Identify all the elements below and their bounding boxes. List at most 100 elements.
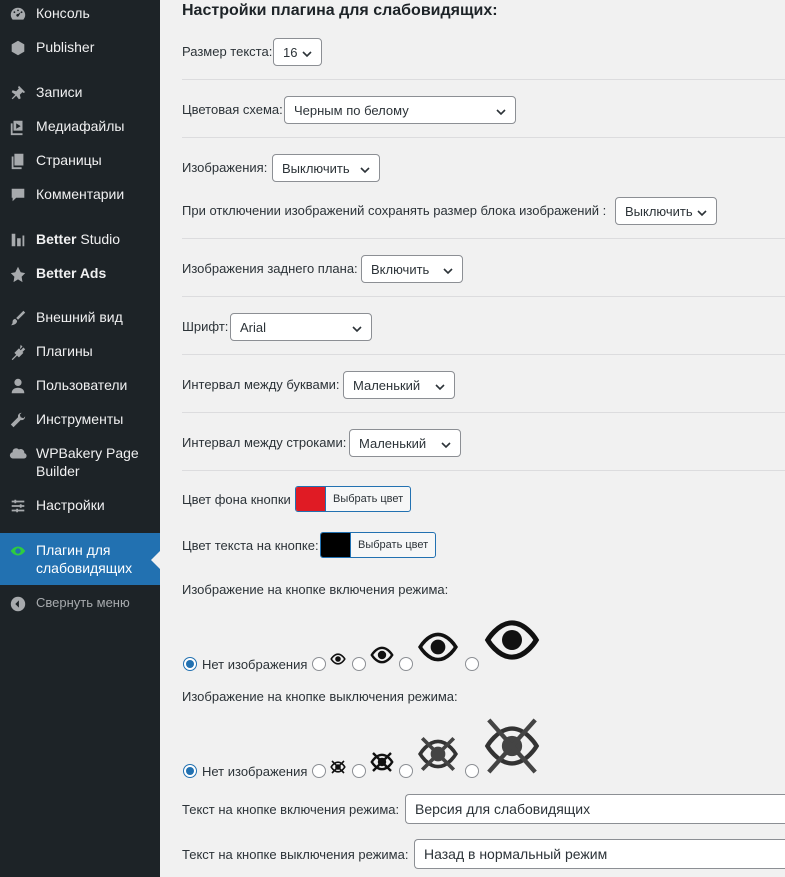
chevron-down-icon bbox=[496, 105, 506, 116]
sidebar-item-label: Настройки bbox=[36, 497, 105, 513]
betterstudio-icon bbox=[8, 230, 28, 250]
sidebar-item-label: WPBakery Page Builder bbox=[36, 445, 139, 479]
off-image-label: Изображение на кнопке выключения режима: bbox=[182, 689, 458, 704]
sidebar-item-settings[interactable]: Настройки bbox=[0, 496, 160, 516]
font-size-value: 16 bbox=[283, 44, 298, 60]
divider bbox=[182, 412, 785, 413]
publisher-icon bbox=[8, 38, 28, 58]
eye-icon bbox=[8, 541, 28, 561]
settings-icon bbox=[8, 496, 28, 516]
on-image-radio-medium[interactable] bbox=[352, 657, 366, 671]
sidebar-item-users[interactable]: Пользователи bbox=[0, 376, 160, 396]
off-image-radio-medium[interactable] bbox=[352, 764, 366, 778]
betterads-icon bbox=[8, 264, 28, 284]
eye-icon bbox=[418, 632, 458, 662]
off-text-label: Текст на кнопке выключения режима: bbox=[182, 847, 409, 862]
off-image-radio-xlarge[interactable] bbox=[465, 764, 479, 778]
sidebar-item-media[interactable]: Медиафайлы bbox=[0, 117, 160, 137]
sidebar-item-posts[interactable]: Записи bbox=[0, 83, 160, 103]
sidebar-item-better-ads[interactable]: Better Ads bbox=[0, 264, 160, 284]
eye-icon bbox=[484, 620, 540, 660]
keep-size-label: При отключении изображений сохранять раз… bbox=[182, 203, 607, 218]
off-text-value: Назад в нормальный режим bbox=[424, 846, 608, 862]
letter-spacing-select[interactable]: Маленький bbox=[343, 371, 455, 399]
sidebar-item-wpbakery[interactable]: WPBakery Page Builder bbox=[0, 444, 160, 480]
brush-icon bbox=[8, 308, 28, 328]
sidebar-item-better-studio[interactable]: Better Studio bbox=[0, 230, 160, 250]
off-image-radio-large[interactable] bbox=[399, 764, 413, 778]
sidebar-item-label: Свернуть меню bbox=[36, 595, 130, 610]
sidebar-item-tools[interactable]: Инструменты bbox=[0, 410, 160, 430]
button-text-label: Цвет текста на кнопке: bbox=[182, 538, 319, 553]
off-image-radio-small[interactable] bbox=[312, 764, 326, 778]
sidebar-item-label: Инструменты bbox=[36, 411, 124, 427]
line-spacing-select[interactable]: Маленький bbox=[349, 429, 461, 457]
on-image-radio-small[interactable] bbox=[312, 657, 326, 671]
divider bbox=[182, 470, 785, 471]
on-image-radio-large[interactable] bbox=[399, 657, 413, 671]
sidebar-item-label: Записи bbox=[36, 84, 83, 100]
bg-images-label: Изображения заднего плана: bbox=[182, 261, 358, 276]
on-image-label: Изображение на кнопке включения режима: bbox=[182, 582, 449, 597]
divider bbox=[182, 238, 785, 239]
images-select[interactable]: Выключить bbox=[272, 154, 380, 182]
sidebar-item-low-vision-plugin[interactable]: Плагин для слабовидящих bbox=[0, 533, 160, 585]
eye-icon bbox=[330, 653, 346, 665]
color-swatch bbox=[296, 487, 326, 511]
keep-size-value: Выключить bbox=[625, 203, 693, 219]
sidebar-item-label: Внешний вид bbox=[36, 309, 123, 325]
bg-images-select[interactable]: Включить bbox=[361, 255, 463, 283]
letter-spacing-label: Интервал между буквами: bbox=[182, 377, 340, 392]
sidebar-item-label: Better Ads bbox=[36, 265, 107, 281]
choose-color-label: Выбрать цвет bbox=[333, 493, 404, 505]
letter-spacing-value: Маленький bbox=[353, 377, 421, 393]
bg-images-value: Включить bbox=[371, 261, 430, 277]
collapse-menu-button[interactable]: Свернуть меню bbox=[0, 594, 160, 614]
sidebar-item-comments[interactable]: Комментарии bbox=[0, 185, 160, 205]
sidebar-item-label: Консоль bbox=[36, 5, 90, 21]
font-select[interactable]: Arial bbox=[230, 313, 372, 341]
pages-icon bbox=[8, 151, 28, 171]
font-size-label: Размер текста: bbox=[182, 44, 273, 59]
button-text-color-picker[interactable]: Выбрать цвет bbox=[320, 532, 437, 558]
collapse-icon bbox=[8, 594, 28, 614]
off-text-input[interactable]: Назад в нормальный режим bbox=[414, 839, 785, 869]
on-text-label: Текст на кнопке включения режима: bbox=[182, 802, 400, 817]
color-scheme-label: Цветовая схема: bbox=[182, 102, 283, 117]
wpbakery-icon bbox=[8, 444, 28, 464]
comments-icon bbox=[8, 185, 28, 205]
off-image-radio-none[interactable] bbox=[183, 764, 197, 778]
color-scheme-select[interactable]: Черным по белому bbox=[284, 96, 516, 124]
sidebar-item-console[interactable]: Консоль bbox=[0, 4, 160, 24]
active-indicator bbox=[151, 551, 160, 569]
sidebar-item-pages[interactable]: Страницы bbox=[0, 151, 160, 171]
font-size-select[interactable]: 16 bbox=[273, 38, 322, 66]
on-image-none-label: Нет изображения bbox=[202, 657, 308, 672]
chevron-down-icon bbox=[302, 47, 312, 58]
color-scheme-value: Черным по белому bbox=[294, 102, 409, 118]
chevron-down-icon bbox=[435, 380, 445, 391]
font-value: Arial bbox=[240, 319, 267, 335]
page-title: Настройки плагина для слабовидящих: bbox=[182, 2, 498, 19]
admin-sidebar: Консоль Publisher Записи Медиафайлы Стра… bbox=[0, 0, 160, 877]
sidebar-item-publisher[interactable]: Publisher bbox=[0, 38, 160, 58]
on-text-value: Версия для слабовидящих bbox=[415, 801, 591, 817]
user-icon bbox=[8, 376, 28, 396]
plugin-icon bbox=[8, 342, 28, 362]
sidebar-item-label: Better Studio bbox=[36, 231, 121, 247]
sidebar-item-plugins[interactable]: Плагины bbox=[0, 342, 160, 362]
images-label: Изображения: bbox=[182, 160, 268, 175]
chevron-down-icon bbox=[441, 438, 451, 449]
media-icon bbox=[8, 117, 28, 137]
on-image-radio-none[interactable] bbox=[183, 657, 197, 671]
on-image-radio-xlarge[interactable] bbox=[465, 657, 479, 671]
eye-crossed-icon bbox=[418, 736, 458, 772]
sidebar-item-label: Страницы bbox=[36, 152, 102, 168]
sidebar-item-appearance[interactable]: Внешний вид bbox=[0, 308, 160, 328]
on-text-input[interactable]: Версия для слабовидящих bbox=[405, 794, 785, 824]
button-bg-color-picker[interactable]: Выбрать цвет bbox=[295, 486, 412, 512]
sidebar-item-label: Плагин для слабовидящих bbox=[36, 542, 133, 576]
keep-size-select[interactable]: Выключить bbox=[615, 197, 717, 225]
divider bbox=[182, 79, 785, 80]
dashboard-icon bbox=[8, 4, 28, 24]
